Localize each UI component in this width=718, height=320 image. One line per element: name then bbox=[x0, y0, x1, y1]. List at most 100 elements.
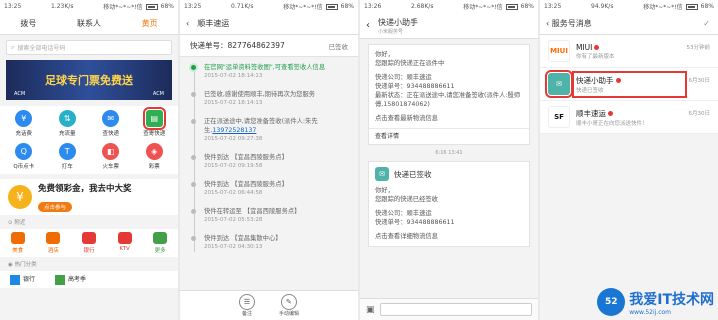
event-time: 2015-07-02 04:30:13 bbox=[204, 244, 263, 250]
status-bar: 13:26 2.68K/s 移动*~*~*!信 68% bbox=[360, 0, 538, 13]
page-title: 顺丰速运 bbox=[197, 19, 230, 28]
card-line: 快递单号：934488886611 bbox=[375, 83, 455, 90]
waybill-number: 快递单号：827764862397 bbox=[190, 41, 285, 50]
service-label: 查快递 bbox=[102, 131, 119, 137]
promo-button[interactable]: 点击参与 bbox=[38, 201, 73, 212]
service-qcoin[interactable]: Q Q币点卡 bbox=[2, 143, 46, 170]
timeline-event: 快件到达 【宜昌西陵服务点】 2015-07-02 06:44:58 bbox=[191, 180, 350, 198]
message-date: 53分钟前 bbox=[686, 45, 711, 51]
promo-card[interactable]: ¥ 免费领彩金，我去中大奖 点击参与 bbox=[0, 179, 178, 215]
courier-icon: ▤ bbox=[142, 107, 166, 130]
service-recharge[interactable]: ¥ 充话费 bbox=[2, 110, 46, 137]
banner-team-left: ACM bbox=[14, 91, 26, 97]
nearby-ktv[interactable]: KTV bbox=[117, 232, 132, 254]
courier-icon: ✉ bbox=[375, 167, 389, 181]
message-input[interactable] bbox=[379, 303, 532, 316]
site-logo: 52 bbox=[597, 288, 626, 316]
status-battery: 68% bbox=[700, 3, 714, 10]
hotel-icon bbox=[46, 232, 61, 244]
nearby-label: 更多 bbox=[154, 248, 166, 254]
image-icon[interactable]: ▣ bbox=[366, 305, 375, 315]
service-grid: ¥ 充话费 ⇅ 充流量 ✉ 查快递 ▤ 查寄快递 Q Q币点卡 T 打车 ◧ 火车票 ◈ 彩票 bbox=[0, 106, 178, 174]
timeline-dot bbox=[191, 155, 196, 160]
back-icon[interactable]: ‹ bbox=[366, 20, 370, 31]
timeline-dot bbox=[191, 65, 196, 70]
header: ‹ 服务号消息 ✓ bbox=[540, 13, 718, 35]
message-date: 6月30日 bbox=[688, 111, 711, 117]
message-row[interactable]: ✉ 快递小助手 快递已签收 6月30日 bbox=[540, 68, 718, 101]
tab-yellow-pages[interactable]: 黄页 bbox=[142, 18, 158, 29]
page-title: 快递小助手 bbox=[378, 17, 418, 27]
tab-contacts[interactable]: 联系人 bbox=[77, 18, 101, 29]
view-details-link[interactable]: 查看详情 bbox=[369, 128, 529, 144]
message-card[interactable]: ✉ 快递已签收 你好， 您跟踪的快递已经签收 快递公司：顺丰速运 快递单号：934… bbox=[368, 161, 530, 247]
nearby-row: 美食 酒店 银行 KTV 更多 bbox=[0, 229, 178, 257]
bank-icon bbox=[81, 232, 96, 244]
battery-icon bbox=[685, 3, 698, 10]
status-bar: 13:25 0.71K/s 移动*~*~*!信 68% bbox=[180, 0, 358, 13]
unread-dot bbox=[594, 44, 600, 50]
hot-row: 银行 高考季 bbox=[0, 271, 178, 288]
battery-icon bbox=[505, 3, 518, 10]
message-row[interactable]: MIUI MIUI 你有了最新版本 53分钟前 bbox=[540, 35, 718, 68]
event-text: 在官网"运单资料签收图",可查看签收人信息 bbox=[204, 64, 326, 71]
page-title: 服务号消息 bbox=[551, 19, 592, 28]
event-time: 2015-07-02 09:27:38 bbox=[204, 136, 263, 142]
screenshot-collage: 13:25 1.23K/s 移动*~*~*!信 68% 拨号 联系人 黄页 ⌕ 搜… bbox=[0, 0, 718, 320]
event-time: 2015-07-02 06:44:58 bbox=[204, 190, 263, 196]
nearby-food[interactable]: 美食 bbox=[10, 232, 25, 254]
message-card[interactable]: 你好， 您跟踪的快递正在派件中 快递公司：顺丰速运 快递单号：934488886… bbox=[368, 44, 530, 145]
search-placeholder: 搜索全部电话号码 bbox=[17, 45, 66, 52]
service-label: 彩票 bbox=[148, 164, 160, 170]
edit-button[interactable]: ✎ 手动编辑 bbox=[279, 294, 299, 317]
message-preview: 顺丰小哥正在向您派送快件！ bbox=[576, 120, 648, 127]
note-button[interactable]: ☰ 备注 bbox=[238, 294, 255, 317]
nearby-heading: ⊙ 附近 bbox=[0, 215, 178, 229]
exam-icon bbox=[55, 274, 66, 285]
qcoin-icon: Q bbox=[15, 143, 33, 160]
search-input[interactable]: ⌕ 搜索全部电话号码 bbox=[6, 40, 172, 55]
football-banner[interactable]: 足球专门票免费送 ACM ACM bbox=[6, 60, 172, 100]
watermark-text: 我爱IT技术网 bbox=[629, 291, 714, 308]
card-sub: 您跟踪的快递已经签收 bbox=[375, 196, 438, 203]
service-label: 查寄快递 bbox=[143, 131, 166, 137]
nearby-bank[interactable]: 银行 bbox=[81, 232, 96, 254]
check-icon[interactable]: ✓ bbox=[703, 19, 710, 28]
back-icon[interactable]: ‹ bbox=[186, 19, 189, 28]
event-time: 2015-07-02 09:19:58 bbox=[204, 163, 263, 169]
message-preview: 快递已签收 bbox=[576, 87, 604, 94]
service-train[interactable]: ◧ 火车票 bbox=[89, 143, 133, 170]
timeline-dot bbox=[191, 236, 196, 241]
phone-assistant-chat: 13:26 2.68K/s 移动*~*~*!信 68% ‹ 快递小助手 小米服务号 … bbox=[360, 0, 538, 320]
hot-bank[interactable]: 银行 bbox=[10, 274, 35, 285]
service-taxi[interactable]: T 打车 bbox=[46, 143, 90, 170]
courier-phone-link[interactable]: 13972528137 bbox=[212, 127, 256, 134]
service-label: 火车票 bbox=[102, 164, 119, 170]
banner-title: 足球专门票免费送 bbox=[45, 74, 133, 87]
status-carrier: 移动*~*~*!信 bbox=[283, 4, 323, 11]
timeline-dot bbox=[191, 119, 196, 124]
tab-dialer[interactable]: 拨号 bbox=[20, 18, 36, 29]
service-lottery[interactable]: ◈ 彩票 bbox=[133, 143, 177, 170]
taxi-icon: T bbox=[58, 143, 76, 160]
timeline-event: 正在派送途中,请您准备签收(派件人:朱先生,13972528137 2015-07… bbox=[191, 117, 350, 144]
message-sender: 快递小助手 bbox=[576, 75, 614, 85]
status-battery: 68% bbox=[160, 3, 174, 10]
service-data[interactable]: ⇅ 充流量 bbox=[46, 110, 90, 137]
card-header: 快递已签收 bbox=[394, 169, 432, 179]
waybill-row: 快递单号：827764862397 已签收 bbox=[180, 35, 358, 57]
nearby-more[interactable]: 更多 bbox=[153, 232, 168, 254]
message-input-bar: ▣ bbox=[360, 298, 538, 320]
message-timestamp: 6:16 13:41 bbox=[435, 150, 463, 156]
hot-gaokao[interactable]: 高考季 bbox=[55, 274, 86, 285]
service-express-search[interactable]: ✉ 查快递 bbox=[89, 110, 133, 137]
phone-tracking: 13:25 0.71K/s 移动*~*~*!信 68% ‹ 顺丰速运 快递单号：8… bbox=[180, 0, 358, 320]
event-time: 2015-07-02 05:53:28 bbox=[204, 217, 263, 223]
message-row[interactable]: SF 顺丰速运 顺丰小哥正在向您派送快件！ 6月30日 bbox=[540, 101, 718, 134]
service-courier[interactable]: ▤ 查寄快递 bbox=[133, 107, 177, 137]
nearby-hotel[interactable]: 酒店 bbox=[46, 232, 61, 254]
miui-avatar: MIUI bbox=[548, 40, 570, 62]
nearby-label: 附近 bbox=[14, 220, 26, 226]
status-battery: 68% bbox=[520, 3, 534, 10]
status-speed: 94.9K/s bbox=[591, 3, 614, 10]
